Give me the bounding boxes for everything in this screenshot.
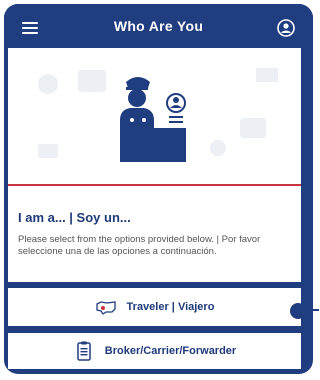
callout-line — [303, 309, 319, 311]
callout-dot-icon — [290, 303, 306, 319]
section-description: Please select from the options provided … — [18, 234, 261, 257]
content-panel: I am a... | Soy un... Please select from… — [8, 48, 301, 282]
traveler-option-button[interactable]: Traveler | Viajero — [8, 288, 301, 326]
broker-option-label: Broker/Carrier/Forwarder — [104, 345, 237, 357]
section-divider — [8, 184, 301, 186]
traveler-option-label: Traveler | Viajero — [126, 301, 215, 313]
traveler-badge-icon — [166, 93, 186, 123]
officer-icon — [120, 77, 186, 162]
broker-option-button[interactable]: Broker/Carrier/Forwarder — [8, 333, 301, 369]
top-bar: Who Are You — [4, 4, 313, 52]
section-heading: I am a... | Soy un... — [18, 210, 131, 225]
officer-illustration — [38, 68, 278, 162]
page-title: Who Are You — [113, 18, 204, 34]
us-map-pin-icon — [95, 296, 117, 318]
clipboard-document-icon — [73, 340, 95, 362]
user-circle-icon[interactable] — [277, 19, 295, 37]
